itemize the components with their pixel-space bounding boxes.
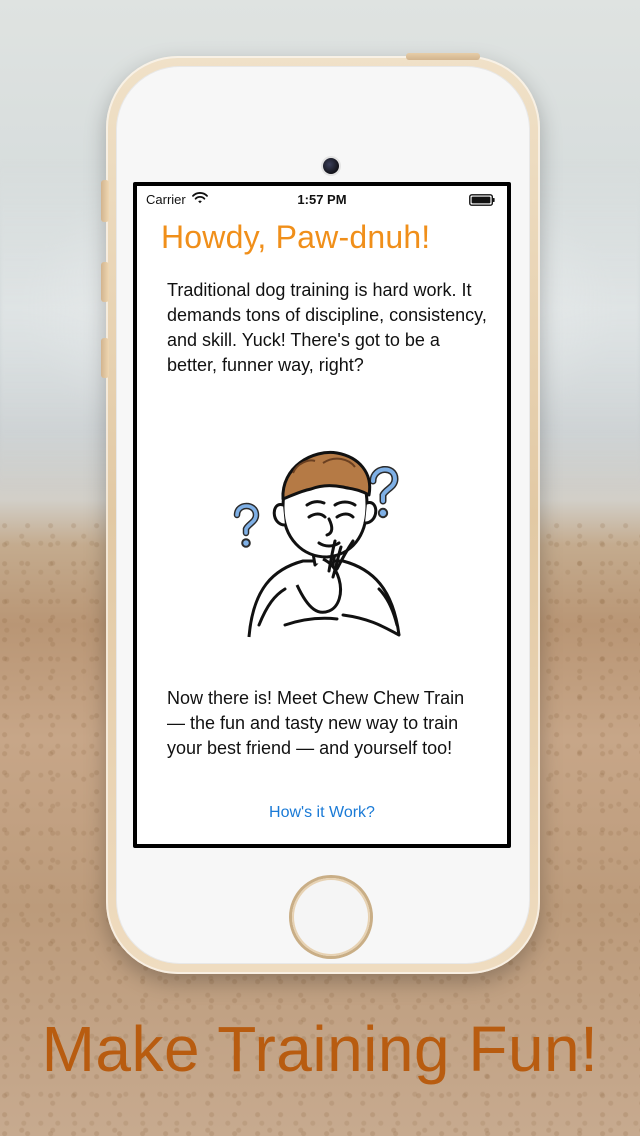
mute-switch bbox=[101, 180, 109, 222]
battery-icon bbox=[469, 194, 495, 206]
pitch-paragraph: Now there is! Meet Chew Chew Train — the… bbox=[167, 688, 465, 758]
status-time: 1:57 PM bbox=[297, 192, 347, 207]
phone-screen: Carrier 1:57 PM Howdy, Paw-dnuh! Traditi… bbox=[133, 182, 511, 848]
app-screen: Carrier 1:57 PM Howdy, Paw-dnuh! Traditi… bbox=[137, 186, 507, 844]
power-button bbox=[406, 53, 480, 60]
front-camera-icon bbox=[323, 158, 339, 174]
how-it-works-link[interactable]: How's it Work? bbox=[137, 804, 507, 822]
page-title: Howdy, Paw-dnuh! bbox=[161, 219, 431, 255]
volume-up-button bbox=[101, 262, 109, 302]
intro-paragraph: Traditional dog training is hard work. I… bbox=[167, 280, 487, 375]
volume-down-button bbox=[101, 338, 109, 378]
home-button[interactable] bbox=[292, 878, 370, 956]
promo-caption: Make Training Fun! bbox=[41, 1013, 599, 1085]
status-bar: Carrier 1:57 PM bbox=[137, 186, 507, 212]
store-screenshot: Carrier 1:57 PM Howdy, Paw-dnuh! Traditi… bbox=[0, 0, 640, 1136]
question-mark-left-icon bbox=[233, 502, 260, 548]
thinking-man-illustration bbox=[223, 429, 423, 669]
